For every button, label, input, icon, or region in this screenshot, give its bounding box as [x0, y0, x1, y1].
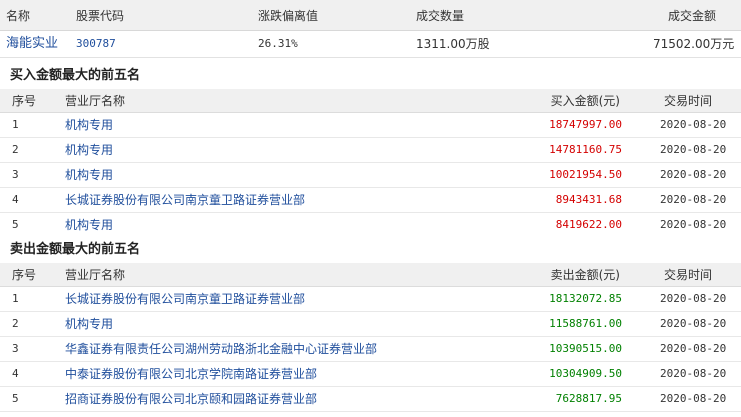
buy-column-header: 序号 营业厅名称 买入金额(元) 交易时间	[0, 89, 741, 113]
dept-link[interactable]: 机构专用	[65, 140, 113, 160]
trade-date: 2020-08-20	[660, 342, 727, 355]
dept-link[interactable]: 机构专用	[65, 115, 113, 135]
deviation-value: 26.31%	[258, 37, 298, 50]
trade-date: 2020-08-20	[660, 168, 727, 181]
buy-table-row: 5 机构专用 8419622.00 2020-08-20	[0, 213, 741, 238]
sell-amount: 10304909.50	[549, 367, 622, 380]
summary-row: 海能实业 300787 26.31% 1311.00万股 71502.00万元	[0, 31, 741, 58]
row-number: 4	[12, 193, 19, 206]
dept-link[interactable]: 招商证券股份有限公司北京颐和园路证券营业部	[65, 389, 317, 409]
dept-link[interactable]: 华鑫证券有限责任公司湖州劳动路浙北金融中心证券营业部	[65, 339, 377, 359]
trade-date: 2020-08-20	[660, 193, 727, 206]
dept-link[interactable]: 机构专用	[65, 314, 113, 334]
trade-date: 2020-08-20	[660, 367, 727, 380]
dept-link[interactable]: 中泰证券股份有限公司北京学院南路证券营业部	[65, 364, 317, 384]
sell-title: 卖出金额最大的前五名	[10, 242, 141, 257]
dept-link[interactable]: 长城证券股份有限公司南京童卫路证券营业部	[65, 289, 305, 309]
buy-col-dept: 营业厅名称	[65, 94, 126, 108]
trade-date: 2020-08-20	[660, 292, 727, 305]
stock-name-link[interactable]: 海能实业	[6, 34, 58, 54]
col-amount: 成交金额	[668, 9, 717, 23]
sell-table-row: 2 机构专用 11588761.00 2020-08-20	[0, 312, 741, 337]
dept-link[interactable]: 机构专用	[65, 165, 113, 185]
trade-date: 2020-08-20	[660, 317, 727, 330]
sell-col-date: 交易时间	[664, 268, 713, 282]
sell-col-no: 序号	[12, 268, 37, 282]
sell-col-amount: 卖出金额(元)	[550, 268, 620, 282]
col-volume: 成交数量	[416, 9, 465, 23]
buy-amount: 8943431.68	[555, 193, 622, 206]
trade-date: 2020-08-20	[660, 143, 727, 156]
dept-link[interactable]: 机构专用	[65, 215, 113, 235]
dept-link[interactable]: 长城证券股份有限公司南京童卫路证券营业部	[65, 190, 305, 210]
col-name: 名称	[6, 9, 31, 23]
buy-table-row: 1 机构专用 18747997.00 2020-08-20	[0, 113, 741, 138]
row-number: 3	[12, 342, 19, 355]
trade-date: 2020-08-20	[660, 118, 727, 131]
row-number: 5	[12, 218, 19, 231]
sell-table-row: 5 招商证券股份有限公司北京颐和园路证券营业部 7628817.95 2020-08-…	[0, 387, 741, 412]
sell-column-header: 序号 营业厅名称 卖出金额(元) 交易时间	[0, 263, 741, 287]
trade-date: 2020-08-20	[660, 392, 727, 405]
sell-amount: 7628817.95	[555, 392, 622, 405]
row-number: 2	[12, 317, 19, 330]
buy-amount: 18747997.00	[549, 118, 622, 131]
volume-value: 1311.00万股	[416, 37, 490, 51]
buy-col-amount: 买入金额(元)	[550, 94, 620, 108]
buy-section-title: 买入金额最大的前五名	[0, 62, 741, 91]
sell-col-dept: 营业厅名称	[65, 268, 126, 282]
row-number: 5	[12, 392, 19, 405]
buy-amount: 8419622.00	[555, 218, 622, 231]
sell-amount: 18132072.85	[549, 292, 622, 305]
trade-date: 2020-08-20	[660, 218, 727, 231]
row-number: 2	[12, 143, 19, 156]
buy-amount: 10021954.50	[549, 168, 622, 181]
summary-header: 名称 股票代码 涨跌偏离值 成交数量 成交金额	[0, 0, 741, 31]
sell-table-row: 1 长城证券股份有限公司南京童卫路证券营业部 18132072.85 2020-08-…	[0, 287, 741, 312]
row-number: 1	[12, 292, 19, 305]
sell-amount: 11588761.00	[549, 317, 622, 330]
lhb-panel: 名称 股票代码 涨跌偏离值 成交数量 成交金额 海能实业 300787 26.3…	[0, 0, 741, 417]
sell-table-row: 4 中泰证券股份有限公司北京学院南路证券营业部 10304909.50 2020-08…	[0, 362, 741, 387]
buy-title: 买入金额最大的前五名	[10, 68, 141, 83]
buy-table-row: 3 机构专用 10021954.50 2020-08-20	[0, 163, 741, 188]
stock-code-link[interactable]: 300787	[76, 34, 116, 54]
sell-table-row: 3 华鑫证券有限责任公司湖州劳动路浙北金融中心证券营业部 10390515.00 20…	[0, 337, 741, 362]
row-number: 4	[12, 367, 19, 380]
row-number: 3	[12, 168, 19, 181]
sell-section-title: 卖出金额最大的前五名	[0, 236, 741, 265]
buy-table-row: 2 机构专用 14781160.75 2020-08-20	[0, 138, 741, 163]
buy-amount: 14781160.75	[549, 143, 622, 156]
amount-value: 71502.00万元	[653, 37, 735, 51]
buy-col-no: 序号	[12, 94, 37, 108]
buy-col-date: 交易时间	[664, 94, 713, 108]
row-number: 1	[12, 118, 19, 131]
col-deviation: 涨跌偏离值	[258, 9, 319, 23]
sell-amount: 10390515.00	[549, 342, 622, 355]
col-code: 股票代码	[76, 9, 125, 23]
buy-table-row: 4 长城证券股份有限公司南京童卫路证券营业部 8943431.68 2020-08-2…	[0, 188, 741, 213]
